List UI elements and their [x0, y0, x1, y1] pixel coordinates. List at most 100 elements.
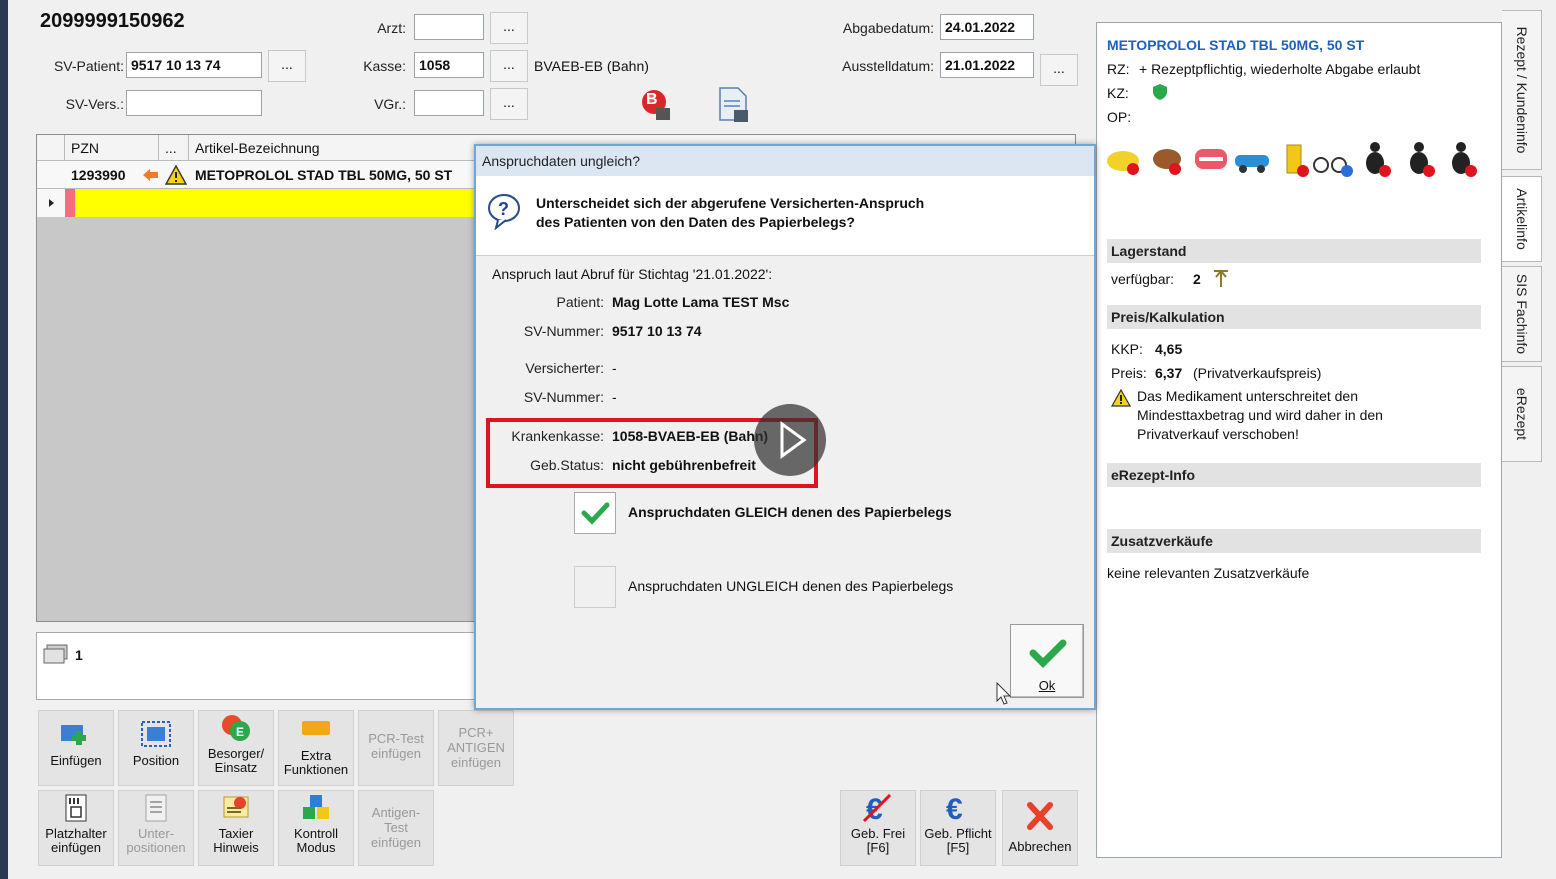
geb-frei-button[interactable]: € Geb. Frei [F6] [840, 790, 916, 866]
besorger-icon: E [222, 715, 250, 741]
position-counter-box: 1 [36, 632, 480, 700]
subpositions-icon [145, 794, 167, 822]
dialog-question-area: ? Unterscheidet sich der abgerufene Vers… [476, 176, 1094, 256]
sv-vers-field[interactable] [126, 90, 262, 116]
ausstelldatum-picker-button[interactable]: ... [1040, 54, 1078, 86]
option-ungleich-label[interactable]: Anspruchdaten UNGLEICH denen des Papierb… [628, 578, 953, 594]
sv-patient-field[interactable]: 9517 10 13 74 [126, 52, 262, 78]
arzt-field[interactable] [414, 14, 484, 40]
arrow-left-icon [143, 168, 159, 182]
artikel-info-panel: METOPROLOL STAD TBL 50MG, 50 ST RZ: + Re… [1096, 22, 1502, 858]
option-gleich-checkbox[interactable] [574, 492, 616, 534]
sv-patient-label: SV-Patient: [53, 58, 124, 74]
video-play-icon[interactable] [754, 404, 826, 476]
erezept-info-section: eRezept-Info [1107, 463, 1481, 487]
svnr-value: 9517 10 13 74 [612, 323, 702, 339]
cards-icon [43, 643, 69, 665]
checkmark-icon [581, 502, 610, 525]
rz-label: RZ: [1107, 61, 1130, 77]
preis-note: (Privatverkaufspreis) [1193, 365, 1322, 381]
pregnant-warn-icon [1452, 142, 1477, 177]
platzhalter-button[interactable]: Platzhalter einfügen [38, 790, 114, 866]
kasse-field[interactable]: 1058 [414, 52, 484, 78]
position-button[interactable]: Position [118, 710, 194, 786]
besorger-einsatz-button[interactable]: E Besorger/ Einsatz [198, 710, 274, 786]
tab-rezept-kundeninfo[interactable]: Rezept / Kundeninfo [1502, 10, 1542, 170]
svg-text:E: E [236, 725, 244, 739]
geb-pflicht-button[interactable]: € Geb. Pflicht [F5] [920, 790, 996, 866]
artikel-title[interactable]: METOPROLOL STAD TBL 50MG, 50 ST [1107, 37, 1364, 53]
zusatzverkaeufe-value: keine relevanten Zusatzverkäufe [1107, 565, 1310, 581]
document-icon[interactable] [716, 86, 750, 124]
price-warning-text: Das Medikament unterschreitet den Mindes… [1137, 388, 1383, 442]
kasse-lookup-button[interactable]: ... [490, 50, 528, 82]
meat-icon [1153, 149, 1181, 175]
unterpositionen-button[interactable]: Unter- positionen [118, 790, 194, 866]
prescription-number: 2099999150962 [40, 10, 185, 32]
sv-patient-lookup-button[interactable]: ... [268, 50, 306, 82]
cubes-icon [303, 795, 329, 819]
beer-icon [1286, 144, 1309, 177]
option-gleich-label[interactable]: Anspruchdaten GLEICH denen des Papierbel… [628, 504, 952, 520]
einfuegen-button[interactable]: Einfügen [38, 710, 114, 786]
vgr-label: VGr.: [374, 96, 406, 112]
op-label: OP: [1107, 109, 1132, 125]
position-icon [141, 721, 171, 747]
tab-sis-fachinfo[interactable]: SIS Fachinfo [1502, 266, 1542, 362]
position-count: 1 [75, 647, 83, 663]
kontroll-modus-button[interactable]: Kontroll Modus [278, 790, 354, 866]
abgabedatum-label: Abgabedatum: [842, 20, 934, 36]
col-pzn[interactable]: PZN [65, 135, 159, 161]
dentures-icon [1195, 149, 1227, 169]
stichtag-text: Anspruch laut Abruf für Stichtag '21.01.… [492, 266, 773, 282]
vgr-lookup-button[interactable]: ... [490, 88, 528, 120]
vgr-field[interactable] [414, 90, 484, 116]
ok-label: Ok [1038, 678, 1056, 693]
abbrechen-button[interactable]: Abbrechen [1002, 790, 1078, 866]
interaction-icons-row [1103, 137, 1495, 181]
pcr-test-button[interactable]: PCR-Test einfügen [358, 710, 434, 786]
warning-icon [1110, 388, 1132, 407]
b-badge-icon[interactable]: B [640, 88, 670, 120]
arzt-lookup-button[interactable]: ... [490, 12, 528, 44]
cancel-x-icon [1027, 802, 1053, 830]
row-pointer-icon [49, 199, 54, 207]
ausstelldatum-label: Ausstelldatum: [842, 58, 934, 74]
taxier-hinweis-button[interactable]: Taxier Hinweis [198, 790, 274, 866]
patient-label: Patient: [556, 294, 604, 310]
zusatzverkaeufe-section: Zusatzverkäufe [1107, 529, 1481, 553]
geb-status-value: nicht gebührenbefreit [612, 457, 756, 473]
option-ungleich-checkbox[interactable] [574, 566, 616, 608]
tab-artikelinfo[interactable]: Artikelinfo [1502, 176, 1542, 262]
verfuegbar-value: 2 [1193, 271, 1201, 287]
svg-text:€: € [946, 793, 963, 823]
dialog-title: Anspruchdaten ungleich? [476, 146, 1094, 176]
pregnant-icon [1366, 142, 1391, 177]
col-dots[interactable]: ... [159, 135, 189, 161]
ok-button[interactable]: Ok [1010, 624, 1084, 698]
svnr-label: SV-Nummer: [523, 323, 604, 339]
taxier-icon [223, 796, 249, 818]
ausstelldatum-field[interactable]: 21.01.2022 [940, 52, 1034, 78]
lagerstand-section: Lagerstand [1107, 239, 1481, 263]
antigen-test-button[interactable]: Antigen- Test einfügen [358, 790, 434, 866]
extra-icon [302, 721, 330, 735]
versicherter-value: - [612, 360, 617, 376]
pcr-antigen-button[interactable]: PCR+ ANTIGEN einfügen [438, 710, 514, 786]
bicycle-icon [1313, 157, 1353, 177]
shield-green-icon [1151, 83, 1169, 101]
kkp-value: 4,65 [1155, 341, 1183, 357]
car-icon [1235, 155, 1269, 173]
svg-text:?: ? [498, 199, 509, 219]
extra-funktionen-button[interactable]: Extra Funktionen [278, 710, 354, 786]
placeholder-icon [65, 794, 87, 822]
abgabedatum-field[interactable]: 24.01.2022 [940, 14, 1034, 40]
arzt-label: Arzt: [377, 20, 406, 36]
geb-status-label: Geb.Status: [530, 457, 604, 473]
anspruchdaten-dialog: Anspruchdaten ungleich? ? Unterscheidet … [474, 144, 1096, 710]
patient-value: Mag Lotte Lama TEST Msc [612, 294, 790, 310]
tab-erezept[interactable]: eRezept [1502, 366, 1542, 462]
mouse-cursor-icon [996, 681, 1012, 706]
b-badge-letter: B [646, 91, 658, 108]
krankenkasse-label: Krankenkasse: [511, 428, 604, 444]
